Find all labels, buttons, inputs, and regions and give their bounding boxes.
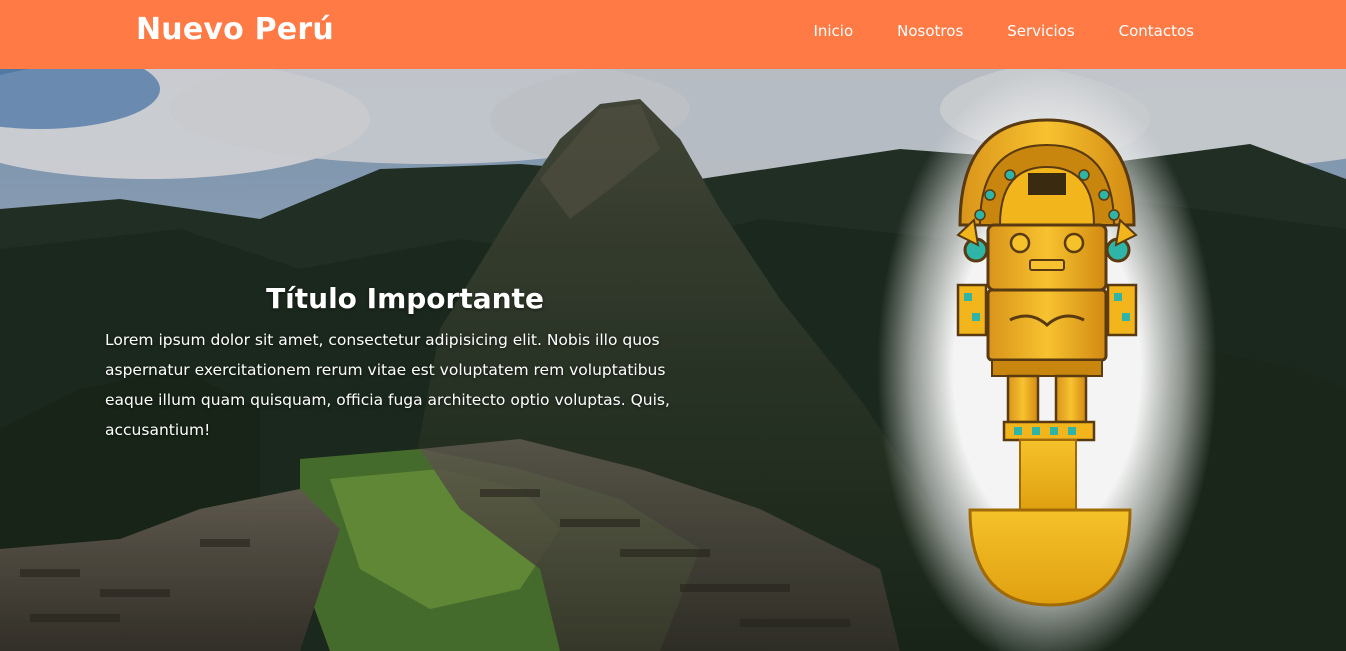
nav-link-nosotros[interactable]: Nosotros bbox=[897, 22, 963, 40]
hero-section: Título Importante Lorem ipsum dolor sit … bbox=[0, 69, 1346, 651]
tumi-icon bbox=[956, 118, 1138, 607]
nav-link-servicios[interactable]: Servicios bbox=[1007, 22, 1074, 40]
main-nav: Inicio Nosotros Servicios Contactos bbox=[813, 22, 1194, 40]
hero-text-block: Título Importante Lorem ipsum dolor sit … bbox=[105, 282, 705, 445]
hero-paragraph: Lorem ipsum dolor sit amet, consectetur … bbox=[105, 331, 670, 439]
brand-logo-text[interactable]: Nuevo Perú bbox=[136, 12, 334, 47]
nav-link-inicio[interactable]: Inicio bbox=[813, 22, 853, 40]
hero-title: Título Importante bbox=[266, 282, 544, 315]
tumi-illustration bbox=[880, 85, 1214, 651]
navbar: Nuevo Perú Inicio Nosotros Servicios Con… bbox=[0, 0, 1346, 69]
nav-link-contactos[interactable]: Contactos bbox=[1119, 22, 1194, 40]
